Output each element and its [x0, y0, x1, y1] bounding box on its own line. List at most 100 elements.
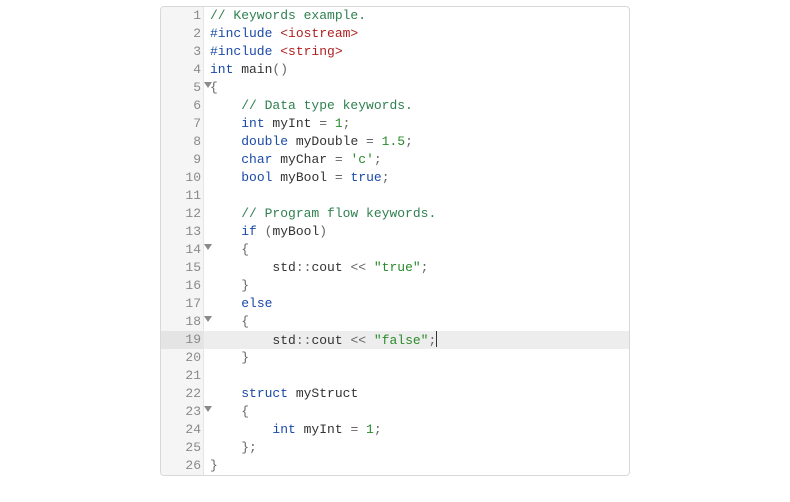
token-id: myStruct: [288, 386, 358, 401]
token-id: myInt: [265, 116, 320, 131]
token-op: };: [241, 440, 257, 455]
code-line[interactable]: 25 };: [161, 439, 629, 457]
code-content[interactable]: {: [204, 313, 629, 331]
code-content[interactable]: int myInt = 1;: [204, 421, 629, 439]
gutter-line-number: 14: [161, 241, 204, 259]
token-op: {: [241, 314, 249, 329]
code-line[interactable]: 6 // Data type keywords.: [161, 97, 629, 115]
code-line[interactable]: 18 {: [161, 313, 629, 331]
token-id: [210, 206, 241, 221]
token-id: cout: [311, 333, 350, 348]
token-str: "false": [374, 333, 429, 348]
code-content[interactable]: }: [204, 277, 629, 295]
code-content[interactable]: {: [204, 79, 629, 97]
code-content[interactable]: // Data type keywords.: [204, 97, 629, 115]
gutter-line-number: 17: [161, 295, 204, 313]
token-inc: <string>: [280, 44, 342, 59]
code-line[interactable]: 1// Keywords example.: [161, 7, 629, 25]
code-line[interactable]: 23 {: [161, 403, 629, 421]
token-op: <<: [350, 260, 373, 275]
code-content[interactable]: else: [204, 295, 629, 313]
gutter-line-number: 16: [161, 277, 204, 295]
gutter-line-number: 18: [161, 313, 204, 331]
code-line[interactable]: 7 int myInt = 1;: [161, 115, 629, 133]
code-line[interactable]: 14 {: [161, 241, 629, 259]
code-line[interactable]: 9 char myChar = 'c';: [161, 151, 629, 169]
token-id: [210, 116, 241, 131]
token-id: [210, 350, 241, 365]
code-line[interactable]: 4int main(): [161, 61, 629, 79]
code-content[interactable]: }: [204, 349, 629, 367]
token-op: {: [241, 242, 249, 257]
gutter-line-number: 5: [161, 79, 204, 97]
token-pp: #include: [210, 44, 280, 59]
code-content[interactable]: std::cout << "false";: [204, 331, 629, 349]
token-cm: // Data type keywords.: [241, 98, 413, 113]
code-content[interactable]: struct myStruct: [204, 385, 629, 403]
token-op: ;: [382, 170, 390, 185]
token-op: =: [319, 116, 335, 131]
token-op: ;: [421, 260, 429, 275]
code-line[interactable]: 22 struct myStruct: [161, 385, 629, 403]
token-id: cout: [311, 260, 350, 275]
code-line[interactable]: 12 // Program flow keywords.: [161, 205, 629, 223]
token-op: (): [272, 62, 288, 77]
token-id: [210, 152, 241, 167]
code-content[interactable]: #include <iostream>: [204, 25, 629, 43]
code-content[interactable]: };: [204, 439, 629, 457]
token-kw: if: [241, 224, 257, 239]
code-line[interactable]: 8 double myDouble = 1.5;: [161, 133, 629, 151]
token-op: <<: [350, 333, 373, 348]
code-content[interactable]: [204, 367, 629, 385]
token-cm: // Keywords example.: [210, 8, 366, 23]
gutter-line-number: 9: [161, 151, 204, 169]
token-op: =: [350, 422, 366, 437]
code-content[interactable]: // Keywords example.: [204, 7, 629, 25]
code-line[interactable]: 16 }: [161, 277, 629, 295]
token-id: main: [233, 62, 272, 77]
gutter-line-number: 26: [161, 457, 204, 475]
code-content[interactable]: double myDouble = 1.5;: [204, 133, 629, 151]
code-line[interactable]: 3#include <string>: [161, 43, 629, 61]
code-content[interactable]: std::cout << "true";: [204, 259, 629, 277]
gutter-line-number: 24: [161, 421, 204, 439]
token-inc: <iostream>: [280, 26, 358, 41]
token-id: [257, 224, 265, 239]
token-id: [210, 224, 241, 239]
token-id: [210, 440, 241, 455]
code-line[interactable]: 19 std::cout << "false";: [161, 331, 629, 349]
code-content[interactable]: int myInt = 1;: [204, 115, 629, 133]
code-line[interactable]: 5{: [161, 79, 629, 97]
code-content[interactable]: // Program flow keywords.: [204, 205, 629, 223]
code-line[interactable]: 2#include <iostream>: [161, 25, 629, 43]
gutter-line-number: 23: [161, 403, 204, 421]
code-line[interactable]: 10 bool myBool = true;: [161, 169, 629, 187]
code-content[interactable]: {: [204, 403, 629, 421]
code-content[interactable]: if (myBool): [204, 223, 629, 241]
token-str: 'c': [350, 152, 373, 167]
gutter-line-number: 11: [161, 187, 204, 205]
code-line[interactable]: 15 std::cout << "true";: [161, 259, 629, 277]
code-line[interactable]: 17 else: [161, 295, 629, 313]
gutter-line-number: 10: [161, 169, 204, 187]
code-content[interactable]: int main(): [204, 61, 629, 79]
code-line[interactable]: 20 }: [161, 349, 629, 367]
gutter-line-number: 12: [161, 205, 204, 223]
code-content[interactable]: {: [204, 241, 629, 259]
code-line[interactable]: 21: [161, 367, 629, 385]
gutter-line-number: 7: [161, 115, 204, 133]
gutter-line-number: 25: [161, 439, 204, 457]
code-content[interactable]: char myChar = 'c';: [204, 151, 629, 169]
code-line[interactable]: 11: [161, 187, 629, 205]
code-editor[interactable]: 1// Keywords example.2#include <iostream…: [160, 6, 630, 476]
code-content[interactable]: }: [204, 457, 629, 475]
code-content[interactable]: bool myBool = true;: [204, 169, 629, 187]
token-kw: else: [241, 296, 272, 311]
token-id: myDouble: [288, 134, 366, 149]
code-line[interactable]: 24 int myInt = 1;: [161, 421, 629, 439]
token-op: ;: [343, 116, 351, 131]
code-line[interactable]: 26}: [161, 457, 629, 475]
code-content[interactable]: [204, 187, 629, 205]
code-line[interactable]: 13 if (myBool): [161, 223, 629, 241]
code-content[interactable]: #include <string>: [204, 43, 629, 61]
